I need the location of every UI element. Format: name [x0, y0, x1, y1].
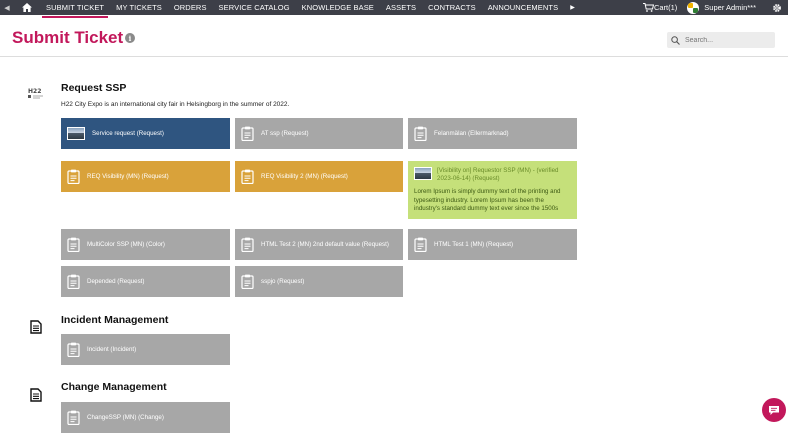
- search-input[interactable]: [685, 36, 773, 44]
- document-icon: [30, 320, 42, 339]
- tile-label: Incident (Incident): [87, 346, 137, 353]
- nav-scroll-right-icon[interactable]: ▶: [564, 4, 581, 11]
- svg-text:H22: H22: [28, 88, 41, 95]
- tile-label: Felanmälan (Ellermarknad): [434, 130, 509, 137]
- tile-requestor-ssp[interactable]: [Visibility on] Requestor SSP (MN) - (ve…: [408, 161, 577, 219]
- tile-req-visibility-2[interactable]: REQ Visibility 2 (MN) (Request): [235, 161, 403, 192]
- tile-label: AT ssp (Request): [261, 130, 309, 137]
- tile-felanmalan[interactable]: Felanmälan (Ellermarknad): [408, 118, 577, 149]
- tile-label: ChangeSSP (MN) (Change): [87, 414, 164, 421]
- tile-sspjo[interactable]: sspjo (Request): [235, 266, 403, 297]
- tile-label: REQ Visibility (MN) (Request): [87, 173, 169, 180]
- tile-incident[interactable]: Incident (Incident): [61, 334, 230, 365]
- chat-button[interactable]: [762, 398, 786, 422]
- home-icon[interactable]: [14, 0, 40, 15]
- cart-button[interactable]: Cart(1): [642, 3, 678, 12]
- tile-depended[interactable]: Depended (Request): [61, 266, 230, 297]
- nav-item-my-tickets[interactable]: MY TICKETS: [110, 0, 168, 15]
- nav-item-knowledge-base[interactable]: KNOWLEDGE BASE: [296, 0, 380, 15]
- user-menu[interactable]: Super Admin***: [687, 1, 756, 14]
- gear-icon[interactable]: [770, 3, 784, 13]
- clipboard-icon: [67, 169, 80, 184]
- clipboard-icon: [241, 169, 254, 184]
- page-title: Submit Ticket: [12, 28, 124, 47]
- clipboard-icon: [414, 237, 427, 252]
- tile-change-ssp[interactable]: ChangeSSP (MN) (Change): [61, 402, 230, 433]
- tile-label: Depended (Request): [87, 278, 145, 285]
- tile-service-request[interactable]: Service request (Request): [61, 118, 230, 149]
- section-title-change-management: Change Management: [61, 381, 167, 393]
- cart-icon: [642, 3, 654, 12]
- nav-scroll-left-icon[interactable]: ◀: [0, 0, 14, 15]
- h22-logo-icon: H22: [28, 86, 44, 104]
- nav-item-assets[interactable]: ASSETS: [380, 0, 422, 15]
- nav-item-submit-ticket[interactable]: SUBMIT TICKET: [40, 0, 110, 18]
- info-icon[interactable]: i: [125, 33, 135, 43]
- tile-html-test-2[interactable]: HTML Test 2 (MN) 2nd default value (Requ…: [235, 229, 403, 260]
- user-name: Super Admin***: [704, 3, 756, 12]
- nav-item-orders[interactable]: ORDERS: [168, 0, 213, 15]
- clipboard-icon: [67, 342, 80, 357]
- nav-right-area: Cart(1) Super Admin***: [642, 0, 788, 15]
- chat-icon: [769, 405, 779, 415]
- clipboard-icon: [241, 237, 254, 252]
- tile-label: sspjo (Request): [261, 278, 305, 285]
- section-description: H22 City Expo is an international city f…: [61, 101, 290, 108]
- tile-description-line: typesetting industry. Lorem Ipsum has be…: [414, 196, 544, 204]
- search-icon: [671, 35, 680, 45]
- tile-label: Service request (Request): [92, 130, 164, 137]
- tile-html-test-1[interactable]: HTML Test 1 (MN) (Request): [408, 229, 577, 260]
- tile-label-line: [Visibility on] Requestor SSP (MN) - (ve…: [437, 167, 559, 174]
- tile-multicolor-ssp[interactable]: MultiColor SSP (MN) (Color): [61, 229, 230, 260]
- section-title-incident-management: Incident Management: [61, 314, 169, 326]
- tile-req-visibility[interactable]: REQ Visibility (MN) (Request): [61, 161, 230, 192]
- tile-description-line: industry's standard dummy text ever sinc…: [414, 205, 559, 212]
- nav-item-service-catalog[interactable]: SERVICE CATALOG: [213, 0, 296, 15]
- tile-header: [Visibility on] Requestor SSP (MN) - (ve…: [414, 167, 559, 183]
- tile-label: MultiColor SSP (MN) (Color): [87, 241, 165, 248]
- top-navigation: ◀ SUBMIT TICKET MY TICKETS ORDERS SERVIC…: [0, 0, 788, 18]
- tile-at-ssp[interactable]: AT ssp (Request): [235, 118, 403, 149]
- nav-item-announcements[interactable]: ANNOUNCEMENTS: [482, 0, 564, 15]
- avatar: [687, 1, 700, 14]
- tile-label: REQ Visibility 2 (MN) (Request): [261, 173, 348, 180]
- tile-label: [Visibility on] Requestor SSP (MN) - (ve…: [437, 167, 559, 183]
- tile-thumbnail-image: [67, 127, 85, 140]
- tile-label: HTML Test 2 (MN) 2nd default value (Requ…: [261, 241, 389, 248]
- clipboard-icon: [67, 410, 80, 425]
- clipboard-icon: [241, 126, 254, 141]
- search-box[interactable]: [667, 32, 775, 48]
- cart-label: Cart(1): [653, 3, 678, 12]
- section-title-request-ssp: Request SSP: [61, 82, 127, 94]
- nav-item-contracts[interactable]: CONTRACTS: [422, 0, 482, 15]
- tile-description: Lorem Ipsum is simply dummy text of the …: [414, 188, 567, 214]
- clipboard-icon: [67, 237, 80, 252]
- tile-label: HTML Test 1 (MN) (Request): [434, 241, 514, 248]
- clipboard-icon: [414, 126, 427, 141]
- tile-thumbnail-image: [414, 167, 432, 180]
- page-header: Submit Ticket i: [0, 15, 788, 57]
- clipboard-icon: [67, 274, 80, 289]
- document-icon: [30, 388, 42, 407]
- tile-label-line: 2023-06-14) (Request): [437, 175, 500, 182]
- tile-description-line: Lorem Ipsum is simply dummy text of the …: [414, 188, 561, 195]
- clipboard-icon: [241, 274, 254, 289]
